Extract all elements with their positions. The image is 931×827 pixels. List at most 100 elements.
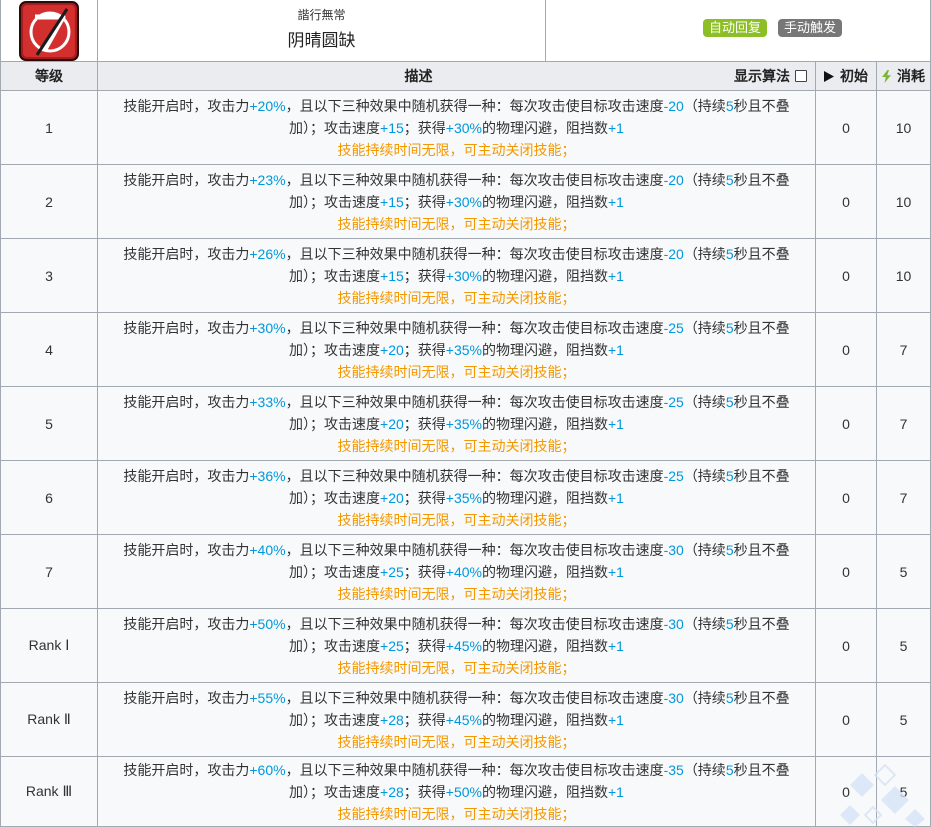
- skill-level-row: Rank Ⅱ 技能开启时，攻击力+55%，且以下三种效果中随机获得一种：每次攻击使…: [0, 683, 931, 757]
- description-text: ，且以下三种效果中随机获得一种：每次攻击使目标攻击速度: [285, 467, 664, 484]
- initial-sp-cell: 0: [816, 313, 877, 387]
- description-text: ；获得: [403, 563, 446, 580]
- block-count-value: +1: [607, 193, 624, 210]
- skill-subtitle: 諧行無常: [297, 8, 346, 22]
- show-formula-checkbox[interactable]: [795, 70, 807, 82]
- description-cell: 技能开启时，攻击力+33%，且以下三种效果中随机获得一种：每次攻击使目标攻击速度…: [98, 387, 816, 461]
- description-text: 加）；攻击速度: [289, 783, 381, 800]
- description-text-block: 技能开启时，攻击力+55%，且以下三种效果中随机获得一种：每次攻击使目标攻击速度…: [123, 687, 789, 753]
- description-text: 加）；攻击速度: [289, 563, 381, 580]
- description-line: 技能开启时，攻击力+33%，且以下三种效果中随机获得一种：每次攻击使目标攻击速度…: [123, 391, 789, 413]
- initial-sp-cell: 0: [816, 609, 877, 683]
- level-cell: 2: [0, 165, 98, 239]
- physical-dodge-value: +35%: [445, 341, 482, 358]
- description-text: （持续: [683, 245, 726, 262]
- description-text: ，且以下三种效果中随机获得一种：每次攻击使目标攻击速度: [285, 689, 664, 706]
- initial-sp-cell: 0: [816, 535, 877, 609]
- skill-duration-note: 技能持续时间无限，可主动关闭技能；: [337, 437, 576, 454]
- description-text: 的物理闪避，阻挡数: [481, 489, 608, 506]
- initial-sp-header: 初始: [816, 62, 877, 91]
- description-text: ，且以下三种效果中随机获得一种：每次攻击使目标攻击速度: [285, 171, 664, 188]
- skill-duration-note: 技能持续时间无限，可主动关闭技能；: [337, 289, 576, 306]
- description-text: 秒且不叠: [733, 171, 790, 188]
- description-cell: 技能开启时，攻击力+60%，且以下三种效果中随机获得一种：每次攻击使目标攻击速度…: [98, 757, 816, 827]
- skill-icon-cell: [0, 0, 98, 62]
- target-attack-speed-reduction-value: -30: [663, 615, 684, 632]
- description-text: 加）；攻击速度: [289, 637, 381, 654]
- initial-sp-cell: 0: [816, 683, 877, 757]
- attack-bonus-value: +60%: [249, 761, 286, 778]
- description-line: 加）；攻击速度+20；获得+35%的物理闪避，阻挡数+1: [123, 339, 789, 361]
- block-count-value: +1: [607, 489, 624, 506]
- description-text: 秒且不叠: [733, 245, 790, 262]
- description-line: 技能开启时，攻击力+50%，且以下三种效果中随机获得一种：每次攻击使目标攻击速度…: [123, 613, 789, 635]
- skill-level-row: 6 技能开启时，攻击力+36%，且以下三种效果中随机获得一种：每次攻击使目标攻击速…: [0, 461, 931, 535]
- skill-duration-note: 技能持续时间无限，可主动关闭技能；: [337, 585, 576, 602]
- physical-dodge-value: +35%: [445, 489, 482, 506]
- description-text: 的物理闪避，阻挡数: [481, 783, 608, 800]
- description-text: ；获得: [403, 637, 446, 654]
- description-text: ；获得: [403, 415, 446, 432]
- description-text: 的物理闪避，阻挡数: [481, 119, 608, 136]
- block-count-value: +1: [607, 119, 624, 136]
- description-text: 的物理闪避，阻挡数: [481, 415, 608, 432]
- skill-duration-note: 技能持续时间无限，可主动关闭技能；: [337, 733, 576, 750]
- description-text-block: 技能开启时，攻击力+40%，且以下三种效果中随机获得一种：每次攻击使目标攻击速度…: [123, 539, 789, 605]
- target-attack-speed-reduction-value: -20: [663, 245, 684, 262]
- skill-level-row: 2 技能开启时，攻击力+23%，且以下三种效果中随机获得一种：每次攻击使目标攻击速…: [0, 165, 931, 239]
- description-line: 技能持续时间无限，可主动关闭技能；: [123, 509, 789, 531]
- description-line: 加）；攻击速度+15；获得+30%的物理闪避，阻挡数+1: [123, 117, 789, 139]
- debuff-duration-value: 5: [725, 689, 734, 706]
- description-line: 加）；攻击速度+28；获得+45%的物理闪避，阻挡数+1: [123, 709, 789, 731]
- description-text: 秒且不叠: [733, 615, 790, 632]
- description-text: 技能开启时，攻击力: [123, 467, 250, 484]
- description-line: 加）；攻击速度+28；获得+50%的物理闪避，阻挡数+1: [123, 781, 789, 803]
- description-text-block: 技能开启时，攻击力+60%，且以下三种效果中随机获得一种：每次攻击使目标攻击速度…: [123, 759, 789, 825]
- show-formula-toggle[interactable]: 显示算法: [734, 62, 807, 90]
- attack-speed-bonus-value: +15: [380, 119, 404, 136]
- attack-bonus-value: +36%: [249, 467, 286, 484]
- level-cell: Rank Ⅱ: [0, 683, 98, 757]
- description-text: 的物理闪避，阻挡数: [481, 193, 608, 210]
- description-line: 技能持续时间无限，可主动关闭技能；: [123, 139, 789, 161]
- initial-sp-cell: 0: [816, 239, 877, 313]
- description-text: 秒且不叠: [733, 761, 790, 778]
- initial-sp-cell: 0: [816, 387, 877, 461]
- description-cell: 技能开启时，攻击力+26%，且以下三种效果中随机获得一种：每次攻击使目标攻击速度…: [98, 239, 816, 313]
- description-line: 加）；攻击速度+15；获得+30%的物理闪避，阻挡数+1: [123, 191, 789, 213]
- sp-cost-cell: 5: [877, 535, 931, 609]
- attack-speed-bonus-value: +25: [380, 637, 404, 654]
- description-text-block: 技能开启时，攻击力+23%，且以下三种效果中随机获得一种：每次攻击使目标攻击速度…: [123, 169, 789, 235]
- target-attack-speed-reduction-value: -35: [663, 761, 684, 778]
- description-text: ；获得: [403, 489, 446, 506]
- description-text: 技能开启时，攻击力: [123, 97, 250, 114]
- physical-dodge-value: +45%: [445, 711, 482, 728]
- attack-bonus-value: +26%: [249, 245, 286, 262]
- description-line: 技能持续时间无限，可主动关闭技能；: [123, 657, 789, 679]
- debuff-duration-value: 5: [725, 761, 734, 778]
- description-text: 加）；攻击速度: [289, 267, 381, 284]
- description-cell: 技能开启时，攻击力+55%，且以下三种效果中随机获得一种：每次攻击使目标攻击速度…: [98, 683, 816, 757]
- description-text: （持续: [683, 319, 726, 336]
- initial-sp-cell: 0: [816, 461, 877, 535]
- attack-bonus-value: +20%: [249, 97, 286, 114]
- auto-recovery-badge: 自动回复: [703, 19, 768, 37]
- description-text: ；获得: [403, 193, 446, 210]
- description-text: （持续: [683, 393, 726, 410]
- description-text: 加）；攻击速度: [289, 119, 381, 136]
- description-header: 描述 显示算法: [98, 62, 816, 91]
- description-text: 的物理闪避，阻挡数: [481, 563, 608, 580]
- attack-bonus-value: +23%: [249, 171, 286, 188]
- attack-speed-bonus-value: +15: [380, 267, 404, 284]
- attack-speed-bonus-value: +20: [380, 341, 404, 358]
- description-text: ，且以下三种效果中随机获得一种：每次攻击使目标攻击速度: [285, 97, 664, 114]
- description-line: 加）；攻击速度+25；获得+45%的物理闪避，阻挡数+1: [123, 635, 789, 657]
- debuff-duration-value: 5: [725, 171, 734, 188]
- attack-speed-bonus-value: +20: [380, 415, 404, 432]
- description-cell: 技能开启时，攻击力+36%，且以下三种效果中随机获得一种：每次攻击使目标攻击速度…: [98, 461, 816, 535]
- block-count-value: +1: [607, 267, 624, 284]
- lightning-icon: [882, 69, 891, 83]
- level-cell: 3: [0, 239, 98, 313]
- description-line: 技能持续时间无限，可主动关闭技能；: [123, 583, 789, 605]
- description-text: 技能开启时，攻击力: [123, 689, 250, 706]
